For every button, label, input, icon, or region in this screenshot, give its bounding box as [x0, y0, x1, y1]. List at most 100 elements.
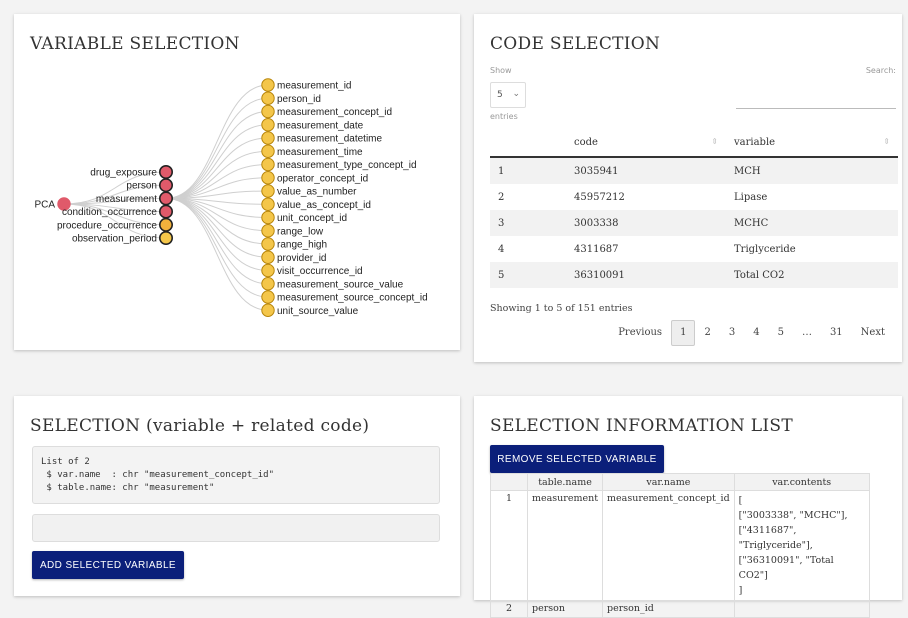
row-index: 3 [490, 210, 566, 236]
tree-table-node[interactable] [159, 204, 174, 219]
tree-table-label: measurement [96, 194, 157, 205]
row-code: 45957212 [574, 191, 625, 203]
tree-field-node[interactable] [261, 237, 275, 251]
selection-panel: SELECTION (variable + related code) List… [14, 396, 460, 596]
tree-field-label: value_as_concept_id [277, 200, 371, 211]
tree-table-label: drug_exposure [90, 168, 157, 179]
page-button-5[interactable]: 5 [769, 321, 793, 345]
tree-field-node[interactable] [261, 91, 275, 105]
tree-field-label: range_low [277, 226, 324, 237]
selection-title: SELECTION (variable + related code) [30, 416, 370, 436]
tree-field-node[interactable] [261, 210, 275, 225]
tree-field-node[interactable] [261, 78, 275, 92]
tree-table-node[interactable] [159, 165, 174, 180]
column-header-variable[interactable]: variable ⇕ [726, 128, 898, 158]
table-row[interactable]: 5 36310091 Total CO2 [490, 262, 898, 288]
tree-field-node[interactable] [261, 118, 275, 132]
tree-field-node[interactable] [261, 131, 275, 145]
previous-page-button[interactable]: Previous [609, 321, 671, 345]
page-button-2[interactable]: 2 [695, 321, 719, 345]
search-input[interactable] [736, 108, 896, 109]
selection-information-title: SELECTION INFORMATION LIST [490, 416, 793, 436]
page-button-4[interactable]: 4 [744, 321, 768, 345]
tree-field-node[interactable] [261, 303, 275, 317]
tree-field-node[interactable] [261, 171, 275, 185]
table-row[interactable]: 1 measurement measurement_concept_id[["300… [490, 490, 870, 601]
row-variable: MCH [726, 157, 898, 184]
row-index: 5 [490, 262, 566, 288]
tree-edge [165, 124, 269, 199]
row-code: 36310091 [566, 262, 726, 288]
selection-output: List of 2 $ var.name : chr "measurement_… [32, 446, 440, 504]
table-row[interactable]: 2 person person_id [490, 600, 870, 618]
pagination-ellipsis: … [801, 327, 812, 338]
tree-table-node[interactable] [159, 191, 174, 206]
show-label: Show [490, 66, 512, 75]
selection-empty-field[interactable] [32, 514, 440, 542]
table-row[interactable]: 4 4311687 Triglyceride [490, 236, 898, 262]
tree-field-label: unit_concept_id [277, 213, 347, 224]
tree-edge [165, 197, 269, 232]
variable-selection-panel: VARIABLE SELECTION PCA drug_exposure perso… [14, 14, 460, 350]
tree-table-node[interactable] [159, 217, 174, 232]
variable-tree[interactable]: PCA drug_exposureperson measurement conditi… [14, 14, 460, 350]
tree-table-label: observation_period [72, 234, 157, 245]
info-table-header: table.name var.name var.contents [490, 473, 870, 491]
contents-line: ] [738, 585, 743, 596]
page-button-1[interactable]: 1 [671, 320, 696, 346]
table-row[interactable]: 2 45957212 Lipase [490, 184, 898, 210]
tree-field-node[interactable] [261, 144, 275, 158]
next-page-button[interactable]: Next [852, 321, 894, 345]
tree-field-label: measurement_datetime [277, 134, 382, 145]
tree-field-node[interactable] [261, 250, 275, 264]
tree-field-label: measurement_time [277, 147, 363, 158]
column-header-index[interactable] [490, 128, 566, 158]
contents-line: ["36310091", "Total CO2"] [738, 555, 834, 581]
info-row-index: 2 [490, 600, 528, 618]
tree-field-node[interactable] [261, 290, 275, 304]
tree-field-node[interactable] [261, 184, 275, 198]
page-button-31[interactable]: 31 [821, 321, 852, 345]
sort-icon: ⇕ [883, 137, 890, 146]
add-selected-variable-button[interactable]: ADD SELECTED VARIABLE [32, 551, 184, 579]
tree-field-label: measurement_concept_id [277, 107, 392, 118]
remove-selected-variable-button[interactable]: REMOVE SELECTED VARIABLE [490, 445, 664, 473]
info-row-index: 1 [490, 490, 528, 601]
tree-field-node[interactable] [261, 104, 275, 119]
sort-icon: ⇕ [711, 137, 718, 146]
tree-field-label: measurement_source_concept_id [277, 293, 428, 304]
tree-field-label: measurement_date [277, 120, 364, 131]
tree-edge [165, 197, 269, 271]
row-index: 1 [490, 157, 566, 184]
row-variable: Lipase [734, 191, 768, 203]
tree-field-label: measurement_id [277, 81, 351, 92]
tree-field-node[interactable] [261, 277, 275, 291]
tree-field-label: unit_source_value [277, 306, 359, 317]
tree-field-label: range_high [277, 240, 327, 251]
tree-field-label: person_id [277, 94, 321, 105]
table-info: Showing 1 to 5 of 151 entries [490, 303, 633, 314]
tree-table-node[interactable] [159, 231, 174, 246]
info-row-table-name: measurement [526, 490, 604, 601]
table-row[interactable]: 3 3003338 MCHC [490, 210, 898, 236]
tree-table-label: procedure_occurrence [57, 220, 157, 231]
info-row-table-name: person [526, 600, 604, 618]
row-variable: Triglyceride [734, 243, 796, 255]
info-row-var-contents: [["3003338", "MCHC"], ["4311687", "Trigly… [733, 490, 870, 601]
tree-field-node[interactable] [261, 197, 275, 211]
selection-information-panel: SELECTION INFORMATION LIST REMOVE SELECT… [474, 396, 902, 618]
tree-field-label: measurement_source_value [277, 279, 404, 290]
tree-field-node[interactable] [261, 263, 275, 278]
tree-edge [165, 197, 269, 285]
output-line: $ table.name: chr "measurement" [41, 483, 215, 493]
tree-table-node[interactable] [159, 178, 174, 193]
table-row[interactable]: 1 3035941 MCH [490, 157, 898, 184]
tree-field-node[interactable] [261, 224, 275, 238]
column-header-code[interactable]: code ⇕ [566, 128, 726, 158]
output-line: List of 2 [41, 457, 90, 467]
tree-field-node[interactable] [261, 157, 275, 172]
entries-select[interactable]: 5 ⌄ [490, 82, 526, 108]
code-selection-panel: CODE SELECTION Show 5 ⌄ entries Search: … [474, 14, 902, 362]
page-button-3[interactable]: 3 [720, 321, 744, 345]
row-code: 3035941 [566, 157, 726, 184]
